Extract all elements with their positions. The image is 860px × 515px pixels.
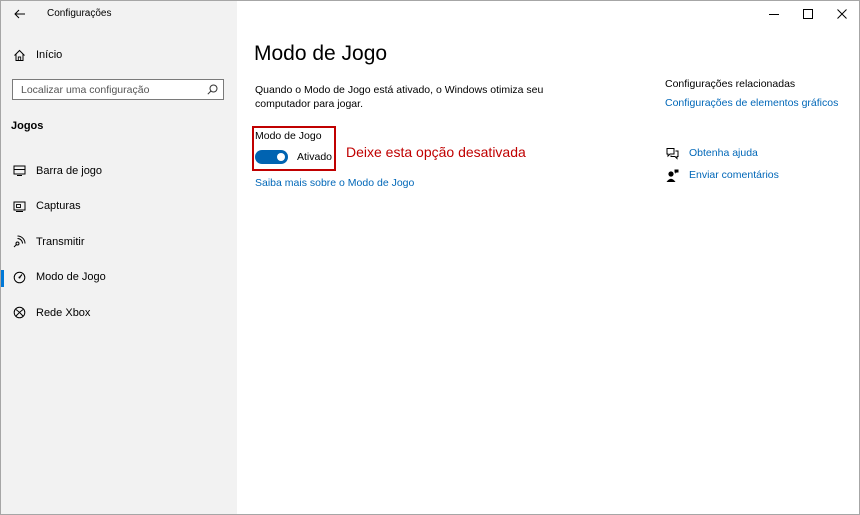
captures-icon (12, 199, 26, 213)
page-description: Quando o Modo de Jogo está ativado, o Wi… (255, 84, 544, 110)
settings-window: Configurações Início Jogos (0, 0, 860, 515)
app-title: Configurações (47, 8, 112, 19)
game-bar-icon (12, 164, 26, 178)
page-title: Modo de Jogo (254, 42, 388, 65)
sidebar-item-label: Início (36, 49, 63, 61)
sidebar-item-label: Barra de jogo (36, 164, 103, 177)
toggle-state-text: Ativado (297, 151, 333, 163)
main-content: Modo de Jogo Quando o Modo de Jogo está … (237, 1, 859, 514)
section-heading: Jogos (11, 120, 44, 132)
search-box (12, 79, 224, 100)
annotation-text: Deixe esta opção desativada (346, 144, 526, 160)
sidebar-item-game-mode[interactable]: Modo de Jogo (1, 260, 237, 296)
feedback-person-icon (665, 168, 679, 182)
close-icon (837, 9, 847, 19)
get-help-link[interactable]: Obtenha ajuda (665, 145, 758, 161)
get-help-label: Obtenha ajuda (689, 147, 758, 159)
broadcast-icon (12, 235, 26, 249)
learn-more-link[interactable]: Saiba mais sobre o Modo de Jogo (255, 177, 414, 189)
sidebar-nav: Barra de jogo Capturas Transmitir Modo d… (1, 153, 237, 331)
maximize-icon (803, 9, 813, 19)
title-bar: Configurações (1, 1, 237, 29)
help-chat-icon (665, 146, 679, 160)
sidebar-item-game-bar[interactable]: Barra de jogo (1, 153, 237, 189)
send-feedback-label: Enviar comentários (689, 169, 779, 181)
back-button[interactable] (9, 4, 31, 24)
toggle-label: Modo de Jogo (255, 130, 322, 142)
game-mode-icon (12, 270, 26, 284)
sidebar-item-label: Capturas (36, 200, 81, 213)
sidebar-item-captures[interactable]: Capturas (1, 189, 237, 225)
related-settings-heading: Configurações relacionadas (665, 78, 796, 90)
sidebar-item-xbox-network[interactable]: Rede Xbox (1, 295, 237, 331)
sidebar-item-label: Modo de Jogo (36, 271, 106, 284)
home-icon (12, 48, 26, 62)
sidebar: Configurações Início Jogos (1, 1, 237, 514)
minimize-button[interactable] (757, 1, 791, 27)
sidebar-item-broadcast[interactable]: Transmitir (1, 224, 237, 260)
search-input[interactable] (13, 80, 207, 99)
graphics-settings-link[interactable]: Configurações de elementos gráficos (665, 97, 838, 109)
minimize-icon (769, 14, 779, 15)
close-button[interactable] (825, 1, 859, 27)
window-controls (757, 1, 859, 27)
toggle-knob (277, 153, 285, 161)
xbox-icon (12, 306, 26, 320)
send-feedback-link[interactable]: Enviar comentários (665, 167, 779, 183)
sidebar-item-label: Rede Xbox (36, 306, 91, 319)
maximize-button[interactable] (791, 1, 825, 27)
back-arrow-icon (14, 9, 25, 19)
sidebar-item-home[interactable]: Início (1, 43, 237, 67)
game-mode-toggle[interactable] (255, 150, 288, 164)
sidebar-item-label: Transmitir (36, 235, 85, 248)
search-icon[interactable] (207, 84, 218, 95)
